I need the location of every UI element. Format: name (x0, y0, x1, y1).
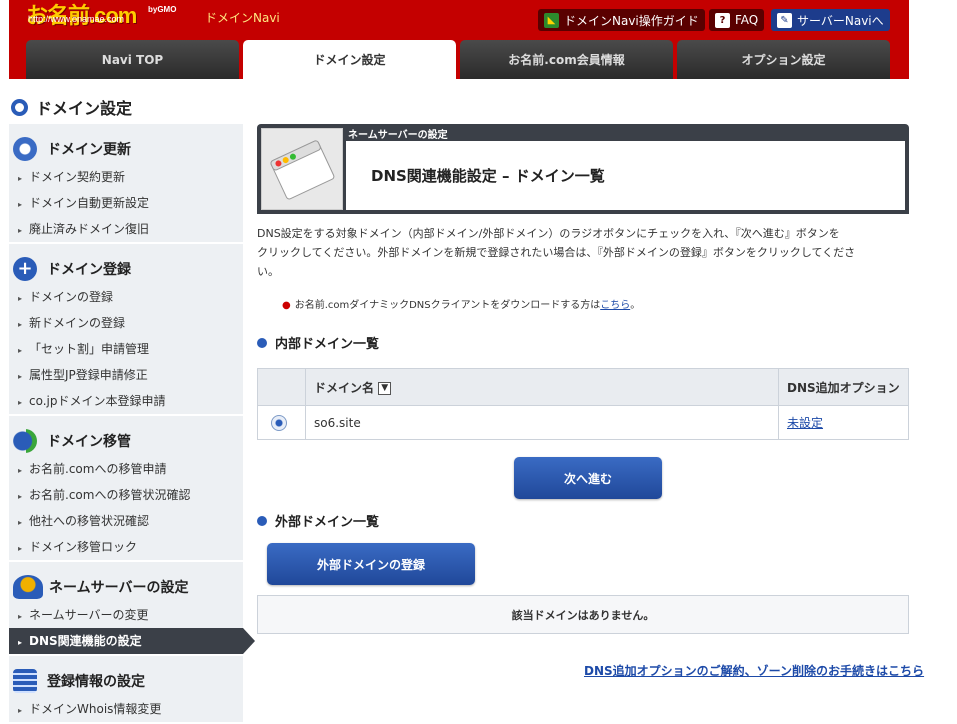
sidebar-item-dns-settings[interactable]: DNS関連機能の設定 (9, 628, 255, 654)
sidebar-heading-label: ドメイン更新 (47, 142, 131, 158)
ddns-note: ● お名前.comダイナミックDNSクライアントをダウンロードする方はこちら。 (257, 296, 909, 311)
page-title: ドメイン設定 (11, 95, 132, 119)
note-text-end: 。 (630, 300, 641, 311)
sidebar-heading-renewal: ドメイン更新 (9, 134, 243, 164)
bullet-icon: ● (282, 300, 291, 311)
empty-message: 該当ドメインはありません。 (257, 595, 909, 634)
section-header: ネームサーバーの設定 DNS関連機能設定 – ドメイン一覧 (257, 124, 909, 214)
navi-title: ドメインNavi (205, 11, 280, 25)
domain-column-label: ドメイン名 (314, 380, 375, 395)
sidebar-heading-registrant-info: 登録情報の設定 (9, 666, 243, 696)
tab-domain-settings[interactable]: ドメイン設定 (243, 40, 456, 79)
dns-option-cancel-link[interactable]: DNS追加オプションのご解約、ゾーン削除のお手続きはこちら (584, 662, 924, 679)
server-navi-button-label: サーバーNaviへ (797, 13, 884, 28)
refresh-icon (13, 137, 37, 161)
option-status-link[interactable]: 未設定 (787, 416, 823, 430)
sidebar-item-cojp[interactable]: co.jpドメイン本登録申請 (9, 388, 243, 414)
section-title: DNS関連機能設定 – ドメイン一覧 (371, 167, 605, 185)
description-line: い。 (257, 265, 279, 278)
section-dot-icon (257, 337, 267, 348)
guide-button-label: ドメインNavi操作ガイド (564, 13, 699, 28)
sidebar-heading-registration: + ドメイン登録 (9, 254, 243, 284)
sidebar-item-transfer-in[interactable]: お名前.comへの移管申請 (9, 456, 243, 482)
sidebar-heading-transfer: ドメイン移管 (9, 426, 243, 456)
option-column-header: DNS追加オプション (778, 368, 909, 406)
tab-option-settings[interactable]: オプション設定 (677, 40, 890, 79)
next-button[interactable]: 次へ進む (514, 457, 662, 499)
sidebar-item-restore[interactable]: 廃止済みドメイン復旧 (9, 216, 243, 242)
sidebar-heading-label: ネームサーバーの設定 (49, 580, 189, 596)
sidebar-group-renewal: ドメイン更新 ドメイン契約更新 ドメイン自動更新設定 廃止済みドメイン復旧 (9, 124, 243, 244)
title-ring-icon (11, 98, 28, 116)
section-subheading: ネームサーバーの設定 (348, 130, 448, 141)
sidebar-item-set-discount[interactable]: 「セット割」申請管理 (9, 336, 243, 362)
logo-url: http://www.onamae.com (28, 14, 125, 24)
document-icon (13, 669, 37, 693)
sidebar-item-auto-renew[interactable]: ドメイン自動更新設定 (9, 190, 243, 216)
transfer-icon (13, 429, 37, 453)
domain-cell: so6.site (305, 405, 779, 440)
sidebar-item-whois[interactable]: ドメインWhois情報変更 (9, 696, 243, 722)
tab-navi-top[interactable]: Navi TOP (26, 40, 239, 79)
external-domain-title: 外部ドメイン一覧 (275, 515, 380, 530)
internal-domain-heading: 内部ドメイン一覧 (257, 333, 909, 352)
question-icon: ? (715, 12, 730, 28)
sidebar-item-register[interactable]: ドメインの登録 (9, 284, 243, 310)
sidebar-item-transfer-out[interactable]: 他社への移管状況確認 (9, 508, 243, 534)
page-title-text: ドメイン設定 (36, 99, 133, 118)
sidebar-group-transfer: ドメイン移管 お名前.comへの移管申請 お名前.comへの移管状況確認 他社へ… (9, 416, 243, 562)
sidebar-group-nameserver: ネームサーバーの設定 ネームサーバーの変更 DNS関連機能の設定 (9, 562, 255, 656)
sidebar-item-ns-change[interactable]: ネームサーバーの変更 (9, 602, 243, 628)
sidebar: ドメイン更新 ドメイン契約更新 ドメイン自動更新設定 廃止済みドメイン復旧 + … (9, 124, 255, 724)
description-line: クリックしてください。外部ドメインを新規で登録されたい場合は、『外部ドメインの登… (257, 246, 856, 259)
domain-column-header: ドメイン名 ▼ (305, 368, 779, 406)
logo-gmo: byGMO (148, 5, 177, 14)
sidebar-item-renew-contract[interactable]: ドメイン契約更新 (9, 164, 243, 190)
description: DNS設定をする対象ドメイン（内部ドメイン/外部ドメイン）のラジオボタンにチェッ… (257, 224, 897, 281)
nameserver-icon (13, 575, 43, 599)
internal-domain-title: 内部ドメイン一覧 (275, 337, 380, 352)
table-row: so6.site 未設定 (257, 405, 909, 440)
faq-button[interactable]: ? FAQ (709, 9, 765, 31)
select-column-header (257, 368, 306, 406)
window-icon (261, 128, 343, 210)
description-line: DNS設定をする対象ドメイン（内部ドメイン/外部ドメイン）のラジオボタンにチェッ… (257, 227, 840, 240)
top-header: お名前.com http://www.onamae.com byGMO ドメイン… (9, 0, 909, 79)
beginner-mark-icon: ◣ (544, 12, 559, 28)
sidebar-heading-nameserver: ネームサーバーの設定 (9, 572, 243, 602)
sidebar-item-new-register[interactable]: 新ドメインの登録 (9, 310, 243, 336)
external-domain-heading: 外部ドメイン一覧 (257, 511, 379, 530)
tab-member-info[interactable]: お名前.com会員情報 (460, 40, 673, 79)
internal-domain-table: ドメイン名 ▼ DNS追加オプション so6.site 未設定 (257, 368, 909, 440)
sidebar-item-transfer-status[interactable]: お名前.comへの移管状況確認 (9, 482, 243, 508)
table-header-row: ドメイン名 ▼ DNS追加オプション (257, 368, 909, 406)
main-content: ネームサーバーの設定 DNS関連機能設定 – ドメイン一覧 DNS設定をする対象… (257, 124, 909, 530)
sidebar-item-transfer-lock[interactable]: ドメイン移管ロック (9, 534, 243, 560)
wrench-icon: ✎ (777, 12, 792, 28)
sidebar-group-registrant-info: 登録情報の設定 ドメインWhois情報変更 (9, 656, 243, 724)
sort-icon[interactable]: ▼ (378, 381, 392, 395)
sidebar-heading-label: 登録情報の設定 (47, 674, 145, 690)
domain-radio[interactable] (271, 414, 287, 431)
sidebar-item-jp-fix[interactable]: 属性型JP登録申請修正 (9, 362, 243, 388)
option-cell: 未設定 (778, 405, 909, 440)
sidebar-heading-label: ドメイン移管 (47, 434, 131, 450)
sidebar-heading-label: ドメイン登録 (47, 262, 131, 278)
server-navi-button[interactable]: ✎ サーバーNaviへ (771, 9, 890, 31)
register-external-domain-button[interactable]: 外部ドメインの登録 (267, 543, 475, 585)
guide-button[interactable]: ◣ ドメインNavi操作ガイド (538, 9, 705, 31)
sidebar-group-registration: + ドメイン登録 ドメインの登録 新ドメインの登録 「セット割」申請管理 属性型… (9, 244, 243, 416)
plus-icon: + (13, 257, 37, 281)
ddns-download-link[interactable]: こちら (600, 300, 630, 311)
section-dot-icon (257, 515, 267, 526)
select-cell (257, 405, 306, 440)
faq-button-label: FAQ (735, 13, 759, 27)
note-text: お名前.comダイナミックDNSクライアントをダウンロードする方は (294, 300, 601, 311)
